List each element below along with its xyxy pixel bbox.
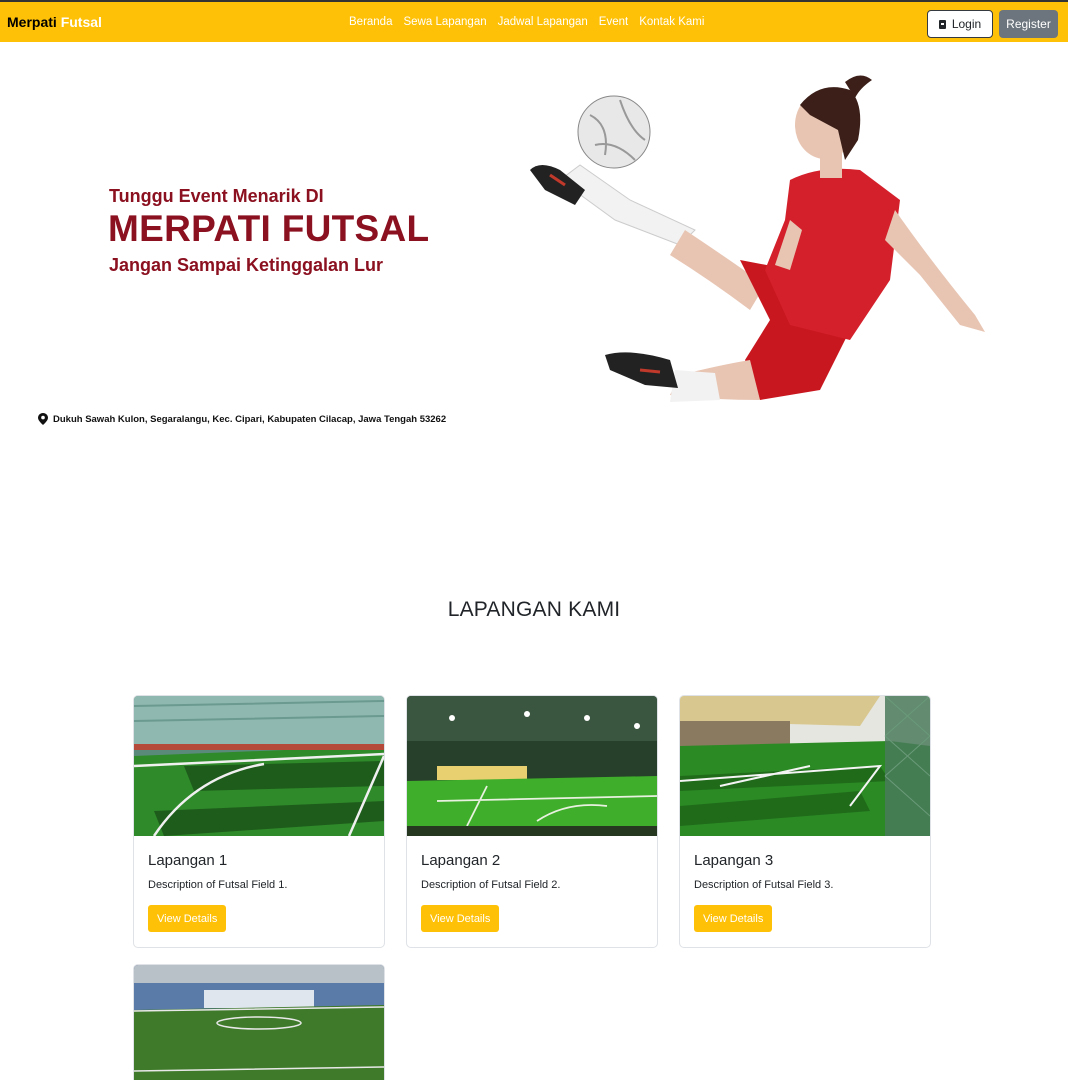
- field-4-image: [134, 965, 384, 1080]
- nav-link-kontak-kami[interactable]: Kontak Kami: [639, 16, 704, 28]
- nav-link-jadwal-lapangan[interactable]: Jadwal Lapangan: [498, 16, 588, 28]
- hero-player-image: [530, 75, 985, 402]
- field-card-3: Lapangan 3 Description of Futsal Field 3…: [679, 695, 931, 948]
- field-card-1: Lapangan 1 Description of Futsal Field 1…: [133, 695, 385, 948]
- field-card-4: [133, 964, 385, 1080]
- login-button[interactable]: Login: [927, 10, 993, 38]
- register-button[interactable]: Register: [999, 10, 1058, 38]
- view-details-button[interactable]: View Details: [694, 905, 773, 932]
- card-description: Description of Futsal Field 2.: [421, 879, 561, 891]
- brand-main: Merpati: [7, 14, 57, 30]
- field-1-image: [134, 696, 384, 836]
- login-label: Login: [951, 17, 982, 31]
- nav-link-event[interactable]: Event: [599, 16, 628, 28]
- address-text: Dukuh Sawah Kulon, Segaralangu, Kec. Cip…: [53, 413, 447, 425]
- brand-accent: Futsal: [60, 14, 102, 30]
- field-card-2: Lapangan 2 Description of Futsal Field 2…: [406, 695, 658, 948]
- hero-tagline: Jangan Sampai Ketinggalan Lur: [109, 255, 384, 275]
- brand-logo[interactable]: Merpati Futsal: [7, 14, 102, 30]
- nav-link-sewa-lapangan[interactable]: Sewa Lapangan: [403, 16, 486, 28]
- field-3-image: [680, 696, 930, 836]
- hero-title: MERPATI FUTSAL: [108, 208, 430, 249]
- card-title: Lapangan 3: [694, 852, 774, 869]
- card-description: Description of Futsal Field 1.: [148, 879, 288, 891]
- address: Dukuh Sawah Kulon, Segaralangu, Kec. Cip…: [38, 413, 446, 425]
- location-pin-icon: [38, 413, 48, 425]
- login-icon: [938, 19, 946, 29]
- card-title: Lapangan 1: [148, 852, 228, 869]
- hero-subtitle: Tunggu Event Menarik DI: [109, 186, 324, 206]
- section-title: LAPANGAN KAMI: [447, 598, 621, 621]
- card-description: Description of Futsal Field 3.: [694, 879, 834, 891]
- view-details-button[interactable]: View Details: [421, 905, 500, 932]
- nav-link-beranda[interactable]: Beranda: [349, 16, 392, 28]
- nav-links: Beranda Sewa Lapangan Jadwal Lapangan Ev…: [349, 16, 715, 28]
- field-2-image: [407, 696, 657, 836]
- card-title: Lapangan 2: [421, 852, 501, 869]
- navbar: Merpati Futsal Beranda Sewa Lapangan Jad…: [0, 0, 1068, 42]
- view-details-button[interactable]: View Details: [148, 905, 227, 932]
